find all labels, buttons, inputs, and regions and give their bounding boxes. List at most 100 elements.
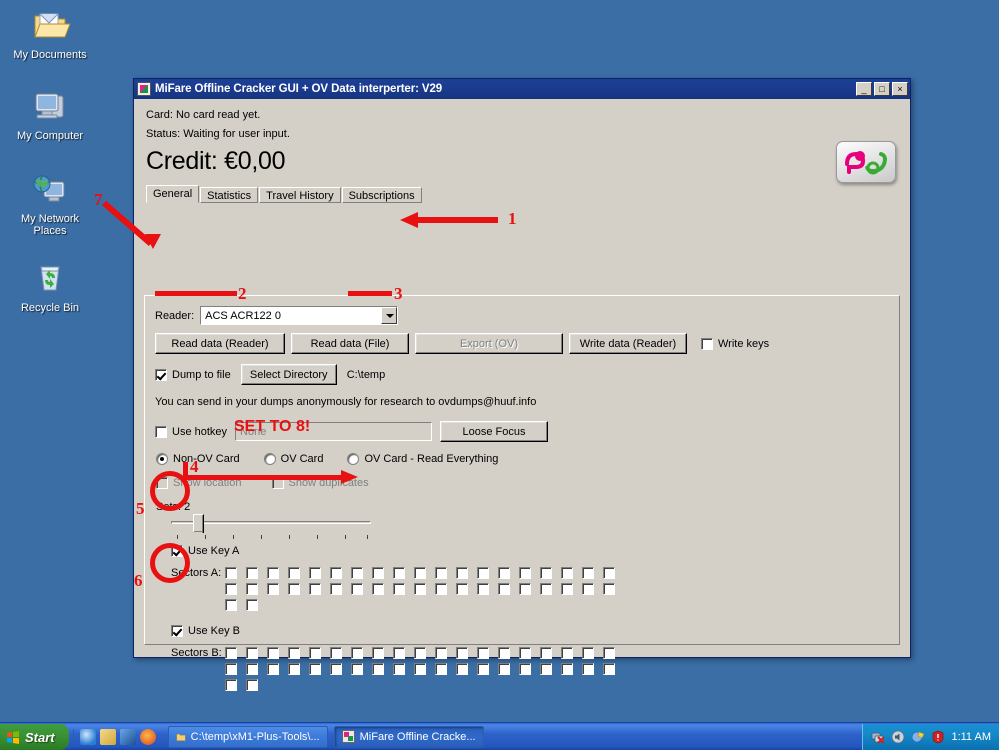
use-key-b-field[interactable]: Use Key B xyxy=(171,625,240,637)
security-alert-icon[interactable] xyxy=(931,730,945,744)
sector-a-checkbox[interactable] xyxy=(414,567,426,579)
show-desktop-icon[interactable] xyxy=(99,728,116,745)
sector-a-checkbox[interactable] xyxy=(246,583,258,595)
sector-b-checkbox[interactable] xyxy=(225,663,237,675)
sector-b-checkbox[interactable] xyxy=(225,647,237,659)
sector-b-checkbox[interactable] xyxy=(498,663,510,675)
sector-a-checkbox[interactable] xyxy=(330,583,342,595)
tab-subscriptions[interactable]: Subscriptions xyxy=(341,187,422,203)
sector-b-checkbox[interactable] xyxy=(435,663,447,675)
internet-explorer-icon[interactable] xyxy=(79,728,96,745)
dump-to-file-field[interactable]: Dump to file xyxy=(155,368,231,381)
firefox-icon[interactable] xyxy=(139,728,156,745)
radio-ov-card-read-everything[interactable]: OV Card - Read Everything xyxy=(347,453,498,465)
sector-b-checkbox[interactable] xyxy=(456,663,468,675)
sector-a-checkbox[interactable] xyxy=(309,567,321,579)
sector-b-checkbox[interactable] xyxy=(603,663,615,675)
updates-icon[interactable] xyxy=(911,730,925,744)
sector-a-checkbox[interactable] xyxy=(330,567,342,579)
window-title-bar[interactable]: MiFare Offline Cracker GUI + OV Data int… xyxy=(134,79,910,99)
reader-dropdown[interactable]: ACS ACR122 0 xyxy=(200,306,399,325)
sector-a-checkbox[interactable] xyxy=(603,567,615,579)
sector-b-checkbox[interactable] xyxy=(561,647,573,659)
maximize-button[interactable]: □ xyxy=(874,82,890,96)
sector-b-checkbox[interactable] xyxy=(540,647,552,659)
sector-a-checkbox[interactable] xyxy=(309,583,321,595)
volume-icon[interactable] xyxy=(891,730,905,744)
tab-general[interactable]: General xyxy=(146,185,200,203)
select-directory-button[interactable]: Select Directory xyxy=(240,364,337,385)
sector-a-checkbox[interactable] xyxy=(267,583,279,595)
tab-statistics[interactable]: Statistics xyxy=(200,187,259,203)
sector-a-checkbox[interactable] xyxy=(519,567,531,579)
chevron-down-icon[interactable] xyxy=(381,307,398,324)
sector-b-checkbox[interactable] xyxy=(477,663,489,675)
network-disconnected-icon[interactable] xyxy=(871,730,886,744)
sector-a-checkbox[interactable] xyxy=(372,583,384,595)
desktop-icon-my-network-places[interactable]: My Network Places xyxy=(0,170,100,237)
sector-a-checkbox[interactable] xyxy=(393,567,405,579)
sector-b-checkbox[interactable] xyxy=(414,647,426,659)
sector-a-checkbox[interactable] xyxy=(540,567,552,579)
sector-a-checkbox[interactable] xyxy=(246,567,258,579)
tab-travel-history[interactable]: Travel History xyxy=(259,187,341,203)
sector-b-checkbox[interactable] xyxy=(330,647,342,659)
sector-b-checkbox[interactable] xyxy=(582,647,594,659)
sector-a-checkbox[interactable] xyxy=(498,567,510,579)
sector-b-checkbox[interactable] xyxy=(246,679,258,691)
sector-b-checkbox[interactable] xyxy=(309,663,321,675)
sector-a-checkbox[interactable] xyxy=(435,567,447,579)
sector-a-checkbox[interactable] xyxy=(561,567,573,579)
radio-ov-card[interactable]: OV Card xyxy=(263,453,323,465)
sector-a-checkbox[interactable] xyxy=(393,583,405,595)
sector-a-checkbox[interactable] xyxy=(225,583,237,595)
sector-a-checkbox[interactable] xyxy=(456,583,468,595)
sector-b-checkbox[interactable] xyxy=(246,663,258,675)
sector-b-checkbox[interactable] xyxy=(267,647,279,659)
sector-a-checkbox[interactable] xyxy=(351,567,363,579)
desktop-icon-my-computer[interactable]: My Computer xyxy=(0,87,100,142)
radio-indicator[interactable] xyxy=(347,453,360,465)
sector-b-checkbox[interactable] xyxy=(561,663,573,675)
sector-a-checkbox[interactable] xyxy=(519,583,531,595)
use-hotkey-checkbox[interactable] xyxy=(155,425,167,438)
sector-a-checkbox[interactable] xyxy=(498,583,510,595)
sector-b-checkbox[interactable] xyxy=(393,647,405,659)
sector-b-checkbox[interactable] xyxy=(414,663,426,675)
use-key-b-checkbox[interactable] xyxy=(171,625,183,637)
sector-b-checkbox[interactable] xyxy=(477,647,489,659)
desktop-icon-recycle-bin[interactable]: Recycle Bin xyxy=(0,259,100,314)
dump-to-file-checkbox[interactable] xyxy=(155,368,167,381)
sector-b-checkbox[interactable] xyxy=(603,647,615,659)
write-keys-field[interactable]: Write keys xyxy=(701,337,769,350)
use-hotkey-field[interactable]: Use hotkey xyxy=(155,425,227,438)
sector-a-checkbox[interactable] xyxy=(351,583,363,595)
sector-b-checkbox[interactable] xyxy=(498,647,510,659)
sector-a-checkbox[interactable] xyxy=(267,567,279,579)
sector-b-checkbox[interactable] xyxy=(435,647,447,659)
sector-b-checkbox[interactable] xyxy=(246,647,258,659)
sector-b-checkbox[interactable] xyxy=(309,647,321,659)
sector-b-checkbox[interactable] xyxy=(456,647,468,659)
mifare-cracker-task[interactable]: MiFare Offline Cracke... xyxy=(333,725,484,748)
radio-indicator[interactable] xyxy=(263,453,276,465)
sector-b-checkbox[interactable] xyxy=(372,647,384,659)
sector-a-checkbox[interactable] xyxy=(561,583,573,595)
sector-b-checkbox[interactable] xyxy=(519,647,531,659)
sector-b-checkbox[interactable] xyxy=(519,663,531,675)
sector-a-checkbox[interactable] xyxy=(477,583,489,595)
sector-b-checkbox[interactable] xyxy=(393,663,405,675)
sector-a-checkbox[interactable] xyxy=(582,567,594,579)
sector-b-checkbox[interactable] xyxy=(288,647,300,659)
sector-b-checkbox[interactable] xyxy=(540,663,552,675)
sector-a-checkbox[interactable] xyxy=(435,583,447,595)
sector-b-checkbox[interactable] xyxy=(225,679,237,691)
radio-indicator[interactable] xyxy=(156,453,168,465)
sector-b-checkbox[interactable] xyxy=(288,663,300,675)
sector-a-checkbox[interactable] xyxy=(225,599,237,611)
media-player-icon[interactable] xyxy=(119,728,136,745)
sets-slider[interactable] xyxy=(171,513,371,539)
sector-b-checkbox[interactable] xyxy=(351,647,363,659)
sector-a-checkbox[interactable] xyxy=(288,567,300,579)
read-data-reader-button[interactable]: Read data (Reader) xyxy=(155,333,285,354)
